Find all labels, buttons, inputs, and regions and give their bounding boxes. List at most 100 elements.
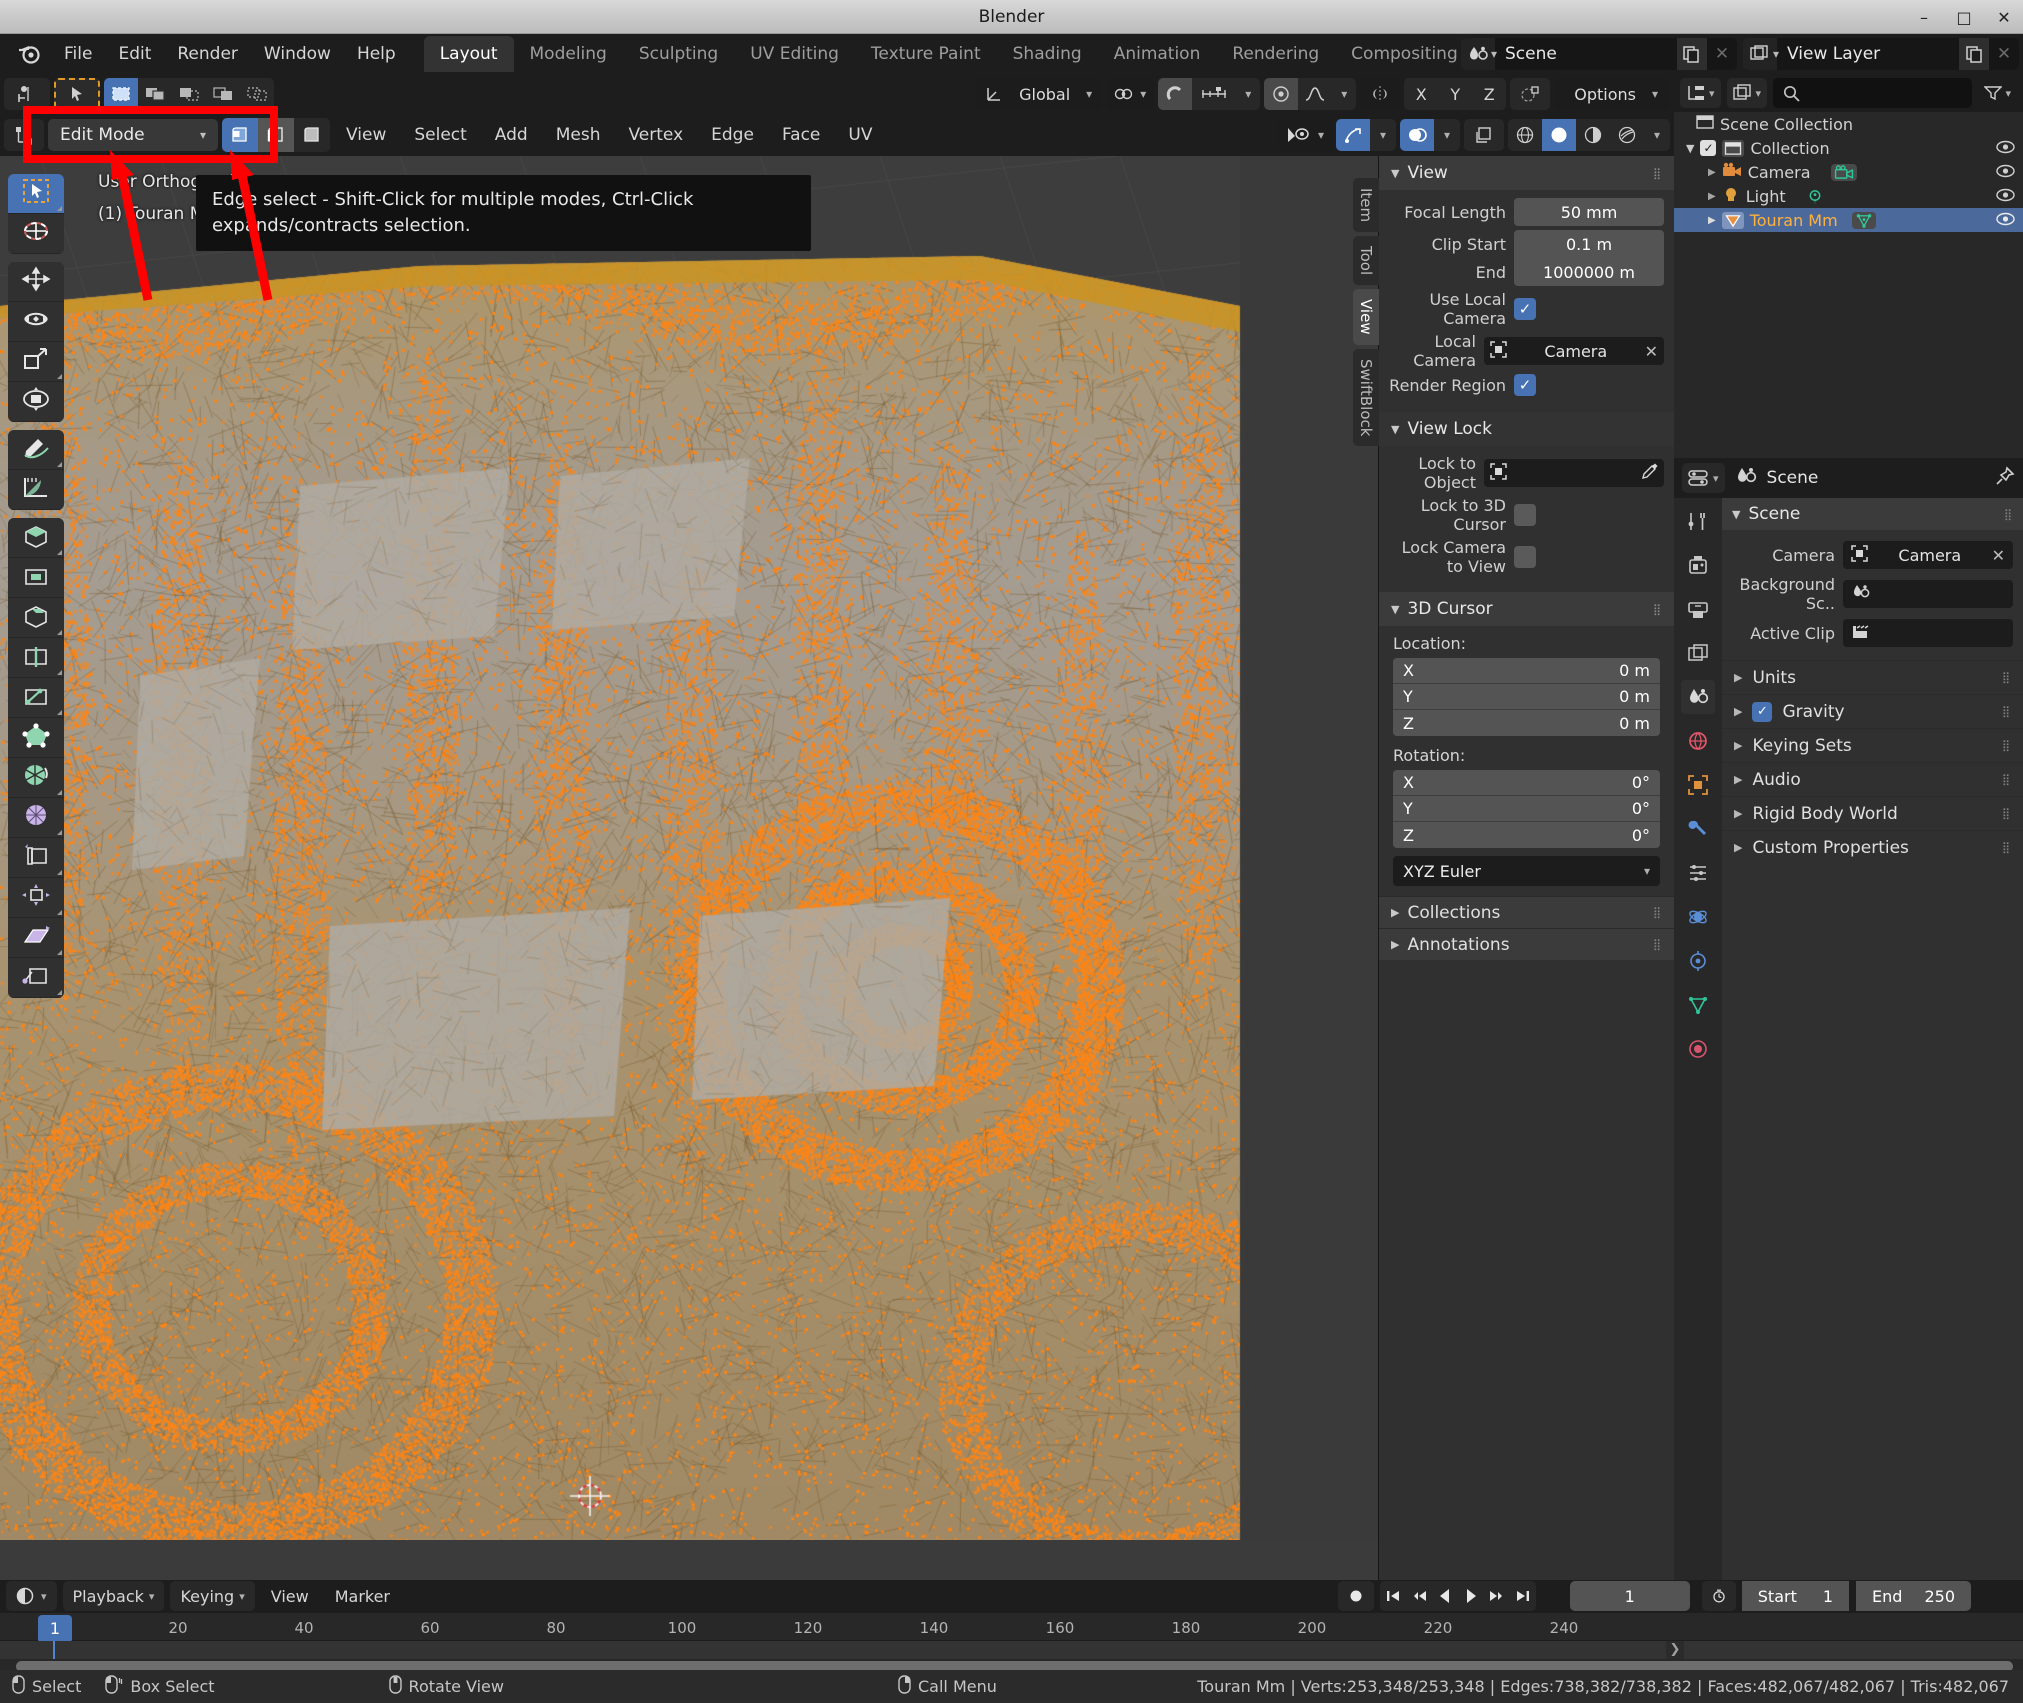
- timeline-menu-keying[interactable]: Keying ▾: [170, 1581, 255, 1612]
- light-data-icon[interactable]: [1806, 189, 1824, 204]
- properties-section-gravity[interactable]: ▶ ✓ Gravity ⣿: [1722, 694, 2023, 728]
- mirror-z-button[interactable]: Z: [1472, 78, 1507, 110]
- tool-measure[interactable]: [8, 470, 64, 510]
- annotations-panel-header[interactable]: ▶ Annotations ⣿: [1379, 928, 1674, 960]
- transform-orientation-button[interactable]: Global ▾: [975, 78, 1103, 110]
- tab-texture-paint[interactable]: Texture Paint: [855, 36, 997, 72]
- new-view-layer-button[interactable]: [1959, 38, 1989, 70]
- chevron-right-icon[interactable]: ▶: [1708, 191, 1716, 202]
- cursor-rotation-z[interactable]: Z 0°: [1393, 822, 1660, 848]
- rendered-shading-icon[interactable]: [1610, 119, 1644, 151]
- background-scene-field[interactable]: [1843, 580, 2013, 608]
- pivot-point-button[interactable]: ▾: [1106, 78, 1155, 110]
- timeline-editor-type-button[interactable]: ▾: [6, 1581, 57, 1612]
- outliner-row-collection[interactable]: ▼ ✓ Collection: [1674, 136, 2023, 160]
- edge-select-icon[interactable]: [258, 118, 294, 152]
- prev-keyframe-button[interactable]: [1406, 1581, 1432, 1611]
- proportional-connected-icon[interactable]: [1510, 78, 1551, 110]
- npanel-tab-view[interactable]: View: [1353, 289, 1379, 345]
- menu-window[interactable]: Window: [252, 40, 343, 68]
- next-keyframe-button[interactable]: [1484, 1581, 1510, 1611]
- snap-dropdown-icon[interactable]: ▾: [1236, 78, 1261, 110]
- focal-length-field[interactable]: 50 mm: [1514, 198, 1664, 226]
- blender-logo-icon[interactable]: [14, 39, 44, 69]
- tool-shrink-fatten[interactable]: [8, 878, 64, 918]
- face-select-icon[interactable]: [294, 118, 330, 152]
- pin-icon[interactable]: [1995, 465, 2015, 491]
- use-local-camera-checkbox[interactable]: ✓: [1514, 298, 1536, 320]
- mode-selector[interactable]: Edit Mode ▾: [48, 119, 218, 151]
- mirror-y-button[interactable]: Y: [1438, 78, 1473, 110]
- properties-section-units[interactable]: ▶ Units ⣿: [1722, 660, 2023, 694]
- select-subtract-icon[interactable]: [172, 78, 206, 110]
- gizmo-dropdown-icon[interactable]: ▾: [1370, 119, 1396, 151]
- solid-shading-icon[interactable]: [1542, 119, 1576, 151]
- maximize-button[interactable]: □: [1955, 8, 1973, 27]
- cursor-location-z[interactable]: Z 0 m: [1393, 710, 1660, 736]
- cursor3d-panel-header[interactable]: ▼ 3D Cursor ⣿: [1379, 592, 1674, 626]
- properties-section-keying-sets[interactable]: ▶ Keying Sets ⣿: [1722, 728, 2023, 762]
- mirror-axis-group[interactable]: X Y Z: [1404, 78, 1507, 110]
- outliner-filter-button[interactable]: ▾: [1978, 78, 2017, 108]
- overlays-group[interactable]: ▾: [1400, 119, 1460, 151]
- properties-section-audio[interactable]: ▶ Audio ⣿: [1722, 762, 2023, 796]
- select-box-icon[interactable]: [104, 78, 138, 110]
- scene-camera-field[interactable]: Camera ✕: [1843, 541, 2013, 569]
- gizmo-icon[interactable]: [1336, 119, 1370, 151]
- eyedropper-icon[interactable]: [1641, 463, 1658, 484]
- timeline-track[interactable]: ❯: [0, 1640, 2023, 1659]
- outliner-row-touran-mm[interactable]: ▶ Touran Mm: [1674, 208, 2023, 232]
- timeline-ruler[interactable]: 1 20 40 60 80 100 120 140 160 180 200 22…: [0, 1612, 2023, 1643]
- tool-move[interactable]: [8, 262, 64, 302]
- outliner-display-mode-button[interactable]: ▾: [1726, 78, 1768, 108]
- snapping-group[interactable]: ▾: [1158, 78, 1261, 110]
- tab-material-icon[interactable]: [1681, 1032, 1715, 1066]
- falloff-dropdown-icon[interactable]: ▾: [1332, 78, 1357, 110]
- tool-bevel[interactable]: [8, 598, 64, 638]
- properties-editor-type-button[interactable]: ▾: [1682, 463, 1725, 493]
- tab-sculpting[interactable]: Sculpting: [623, 36, 734, 72]
- overlays-icon[interactable]: [1400, 119, 1434, 151]
- chevron-right-icon[interactable]: ▶: [1708, 215, 1716, 226]
- tab-data-icon[interactable]: [1681, 988, 1715, 1022]
- jump-to-end-button[interactable]: [1510, 1581, 1536, 1611]
- tool-smooth[interactable]: [8, 798, 64, 838]
- active-clip-field[interactable]: [1843, 619, 2013, 647]
- tab-particles-icon[interactable]: [1681, 856, 1715, 890]
- tab-tool-icon[interactable]: [1681, 504, 1715, 538]
- tool-inset-faces[interactable]: [8, 558, 64, 598]
- tool-spin[interactable]: [8, 758, 64, 798]
- viewport-menu-vertex[interactable]: Vertex: [616, 121, 695, 149]
- render-region-checkbox[interactable]: ✓: [1514, 374, 1536, 396]
- outliner-editor-type-button[interactable]: ▾: [1680, 78, 1721, 108]
- scene-panel-header[interactable]: ▼ Scene ⣿: [1722, 498, 2023, 530]
- tab-modeling[interactable]: Modeling: [514, 36, 623, 72]
- proportional-edit-icon[interactable]: [1264, 78, 1299, 110]
- select-extend-icon[interactable]: [138, 78, 172, 110]
- falloff-icon[interactable]: [1298, 78, 1333, 110]
- visibility-selectability-button[interactable]: ▾: [1277, 119, 1332, 151]
- tab-animation[interactable]: Animation: [1098, 36, 1217, 72]
- tool-annotate[interactable]: [8, 430, 64, 470]
- chevron-right-icon[interactable]: ▶: [1708, 167, 1716, 178]
- 3d-viewport[interactable]: User Orthographic (1) Touran Mm Z X Y: [0, 156, 1674, 1580]
- outliner-row-scene-collection[interactable]: Scene Collection: [1674, 112, 2023, 136]
- options-button[interactable]: Options ▾: [1554, 78, 1670, 110]
- tool-extrude-region[interactable]: [8, 518, 64, 558]
- gravity-checkbox[interactable]: ✓: [1752, 701, 1773, 722]
- tab-compositing[interactable]: Compositing: [1335, 36, 1474, 72]
- overlays-dropdown-icon[interactable]: ▾: [1434, 119, 1460, 151]
- npanel-tab-tool[interactable]: Tool: [1353, 236, 1379, 286]
- tab-physics-icon[interactable]: [1681, 900, 1715, 934]
- timeline-menu-marker[interactable]: Marker: [324, 1581, 401, 1612]
- remove-scene-button[interactable]: ✕: [1706, 38, 1737, 70]
- camera-data-icon[interactable]: [1830, 163, 1857, 181]
- outliner-row-camera[interactable]: ▶ Camera: [1674, 160, 2023, 184]
- shading-mode-group[interactable]: ▾: [1508, 119, 1670, 151]
- tab-constraints-icon[interactable]: [1681, 944, 1715, 978]
- tool-transform[interactable]: [8, 382, 64, 422]
- gizmo-group[interactable]: ▾: [1336, 119, 1396, 151]
- properties-section-custom-properties[interactable]: ▶ Custom Properties ⣿: [1722, 830, 2023, 864]
- tool-cursor[interactable]: [8, 214, 64, 254]
- tab-modifier-icon[interactable]: [1681, 812, 1715, 846]
